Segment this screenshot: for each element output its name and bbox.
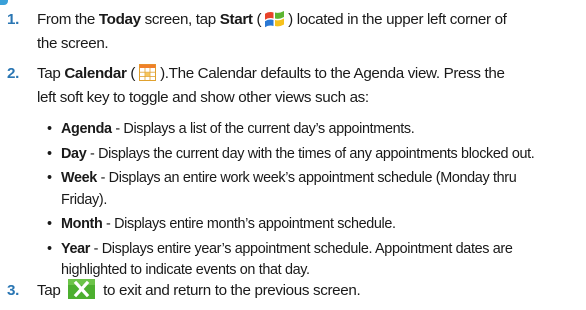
windows-start-flag-icon: [263, 8, 286, 28]
view-term: Month: [61, 216, 103, 232]
step-2-line-1: Tap Calendar ( ).The Calendar defaults t…: [37, 64, 505, 82]
page-edge-mark: [0, 0, 8, 5]
list-item: • Month - Displays entire month’s appoin…: [0, 214, 534, 236]
list-item: • Week - Displays an entire work week’s …: [47, 170, 517, 208]
step-number: 1.: [7, 11, 19, 28]
step-number: 2.: [7, 65, 19, 82]
list-item: • Year - Displays entire year’s appointm…: [47, 240, 513, 279]
step-1-line-1: From the Today screen, tap Start ( ) loc…: [0, 8, 507, 32]
list-item: • Agenda - Displays a list of the curren…: [0, 119, 534, 141]
list-item: • Day - Displays the current day with th…: [0, 144, 535, 166]
calendar-icon: [139, 64, 157, 81]
step-2-line-2: left soft key to toggle and show other v…: [37, 89, 369, 106]
view-term: Year: [61, 240, 91, 257]
bullet-dot: •: [47, 170, 52, 186]
bullet-dot: •: [47, 145, 52, 162]
view-term: Week: [61, 170, 97, 186]
step-3-line-1: Tap to exit and return to the previous s…: [0, 279, 361, 303]
calendar-term: Calendar: [64, 65, 127, 82]
step-1: 1. From the Today screen, tap Start ( ) …: [0, 8, 507, 56]
step-1-line-2: the screen.: [37, 35, 109, 52]
view-term: Agenda: [61, 121, 112, 137]
step-2: 2. Tap Calendar ( ).The Calendar default…: [0, 62, 505, 110]
view-list: • Agenda - Displays a list of the curren…: [0, 119, 535, 282]
step-number: 3.: [7, 282, 19, 299]
bullet-dot: •: [47, 216, 52, 232]
today-term: Today: [98, 11, 141, 28]
start-term: Start: [219, 11, 253, 28]
bullet-dot: •: [47, 240, 52, 257]
view-term: Day: [61, 145, 87, 162]
step-3: 3. Tap to exit and return to the previou…: [0, 279, 361, 303]
bullet-dot: •: [47, 121, 52, 137]
close-x-icon: [68, 279, 96, 299]
instruction-page: 1. From the Today screen, tap Start ( ) …: [0, 0, 586, 310]
